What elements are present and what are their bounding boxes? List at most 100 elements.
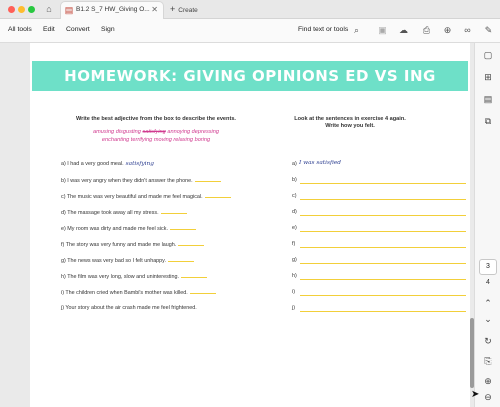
answer-line-b[interactable]: [300, 183, 466, 184]
answer-blank[interactable]: [194, 177, 221, 182]
answer-label-a: a): [292, 161, 297, 167]
adjective: moving: [153, 136, 172, 143]
question-text: e) My room was dirty and made me feel si…: [61, 226, 168, 232]
share-icon[interactable]: ⊕: [441, 24, 454, 37]
answer-label-d: d): [292, 209, 297, 215]
answer-label-g: g): [292, 257, 297, 263]
answer-blank[interactable]: [169, 225, 196, 230]
answer-blank[interactable]: [180, 273, 207, 278]
question-text: a) I had a very good meal.: [61, 161, 124, 167]
answer-blank[interactable]: [189, 289, 216, 294]
main-toolbar: All tools Edit Convert Sign Find text or…: [0, 19, 500, 43]
create-label: Create: [178, 7, 198, 14]
instruction-left: Write the best adjective from the box to…: [76, 116, 236, 122]
question-text: b) I was very angry when they didn't ans…: [61, 178, 193, 184]
zoom-in-icon[interactable]: ⊕: [481, 375, 495, 388]
menu-edit[interactable]: Edit: [43, 26, 55, 33]
answer-line-f[interactable]: [300, 247, 466, 248]
answer-blank[interactable]: [178, 241, 205, 246]
document-viewport[interactable]: HOMEWORK: GIVING OPINIONS ED VS ING Writ…: [0, 43, 474, 407]
edit-icon[interactable]: ✎: [482, 24, 495, 37]
question-c: c) The music was very beautiful and made…: [61, 193, 231, 200]
menu-convert[interactable]: Convert: [66, 26, 90, 33]
question-text: f) The story was very funny and made me …: [61, 242, 177, 248]
title-bar: ⌂ ▤ B1.2 S_7 HW_Giving O... ✕ + Create: [0, 0, 500, 19]
question-text: j) Your story about the air crash made m…: [61, 305, 197, 311]
answer-line-j[interactable]: [300, 311, 466, 312]
pages-icon[interactable]: ▤: [481, 93, 495, 106]
question-a: a) I had a very good meal. satisfying: [61, 161, 154, 167]
find-text-or-tools[interactable]: Find text or tools: [298, 26, 348, 33]
bookmark-icon[interactable]: ⊞: [481, 71, 495, 84]
adjective: boring: [194, 136, 211, 143]
rotate-icon[interactable]: ↻: [481, 335, 495, 348]
question-d: d) The massage took away all my stress.: [61, 209, 187, 216]
answer-line-g[interactable]: [300, 263, 466, 264]
adjective-row-1: amusing disgusting satisfying annoying d…: [76, 129, 236, 137]
print-icon[interactable]: ⎙: [420, 24, 433, 37]
answer-label-f: f): [292, 241, 296, 247]
title-banner: HOMEWORK: GIVING OPINIONS ED VS ING: [32, 61, 468, 91]
close-tab-icon[interactable]: ✕: [151, 5, 158, 14]
adjective-row-2: enchanting terrifying moving relaxing bo…: [76, 137, 236, 145]
home-icon[interactable]: ⌂: [42, 3, 56, 16]
close-window-button[interactable]: [8, 6, 15, 13]
answer-line-c[interactable]: [300, 199, 466, 200]
question-text: h) The film was very long, slow and unin…: [61, 274, 179, 280]
answer-label-c: c): [292, 193, 297, 199]
answer-label-h: h): [292, 273, 297, 279]
answer-blank[interactable]: [204, 193, 231, 198]
page-down-icon[interactable]: ⌄: [481, 313, 495, 326]
answer-line-h[interactable]: [300, 279, 466, 280]
adjective: relaxing: [173, 136, 194, 143]
mouse-cursor-icon: ➤: [471, 389, 480, 400]
question-e: e) My room was dirty and made me feel si…: [61, 225, 196, 232]
adjective: terrifying: [130, 136, 153, 143]
question-i: i) The children cried when Bambi's mothe…: [61, 289, 216, 296]
link-icon[interactable]: ∞: [461, 24, 474, 37]
document-title: HOMEWORK: GIVING OPINIONS ED VS ING: [64, 67, 436, 85]
search-icon[interactable]: ⌕: [350, 24, 363, 37]
answer-line-i[interactable]: [300, 295, 466, 296]
question-h: h) The film was very long, slow and unin…: [61, 273, 207, 280]
create-tab-button[interactable]: + Create: [170, 4, 198, 14]
adjective-crossed-out: satisfying: [142, 129, 166, 135]
attachment-icon[interactable]: ⧉: [481, 115, 495, 128]
question-text: d) The massage took away all my stress.: [61, 210, 159, 216]
plus-icon: +: [170, 4, 176, 14]
answer-label-e: e): [292, 225, 297, 231]
total-pages: 4: [486, 279, 490, 286]
menu-all-tools[interactable]: All tools: [8, 26, 32, 33]
maximize-window-button[interactable]: [28, 6, 35, 13]
instruction-right-1: Look at the sentences in exercise 4 agai…: [294, 116, 406, 122]
document-tab[interactable]: ▤ B1.2 S_7 HW_Giving O... ✕: [60, 1, 164, 19]
current-page-box[interactable]: 3: [479, 259, 497, 275]
question-g: g) The news was very bad so I felt unhap…: [61, 257, 194, 264]
answer-blank[interactable]: [160, 209, 187, 214]
adjective: enchanting: [101, 136, 130, 143]
answer-line-e[interactable]: [300, 231, 466, 232]
answer-line-d[interactable]: [300, 215, 466, 216]
adjective: depressing: [191, 129, 220, 135]
edit-pdf-icon[interactable]: ▣: [376, 24, 389, 37]
pdf-page: HOMEWORK: GIVING OPINIONS ED VS ING Writ…: [30, 43, 470, 407]
comment-icon[interactable]: ▢: [481, 49, 495, 62]
save-icon[interactable]: ⎘: [481, 355, 495, 368]
handwritten-answer: satisfying: [125, 161, 154, 167]
answer-label-i: i): [292, 289, 295, 295]
adjective: annoying: [167, 129, 191, 135]
adjective: disgusting: [115, 129, 141, 135]
question-text: i) The children cried when Bambi's mothe…: [61, 290, 188, 296]
answer-label-j: j): [292, 305, 295, 311]
page-up-icon[interactable]: ⌃: [481, 297, 495, 310]
question-b: b) I was very angry when they didn't ans…: [61, 177, 221, 184]
pdf-file-icon: ▤: [64, 5, 74, 15]
menu-sign[interactable]: Sign: [101, 26, 115, 33]
cloud-upload-icon[interactable]: ☁: [397, 24, 410, 37]
answer-blank[interactable]: [167, 257, 194, 262]
adjective: amusing: [92, 129, 115, 135]
zoom-out-icon[interactable]: ⊖: [481, 391, 495, 404]
handwritten-answer-right: I was satisfied: [299, 160, 341, 166]
question-f: f) The story was very funny and made me …: [61, 241, 205, 248]
minimize-window-button[interactable]: [18, 6, 25, 13]
